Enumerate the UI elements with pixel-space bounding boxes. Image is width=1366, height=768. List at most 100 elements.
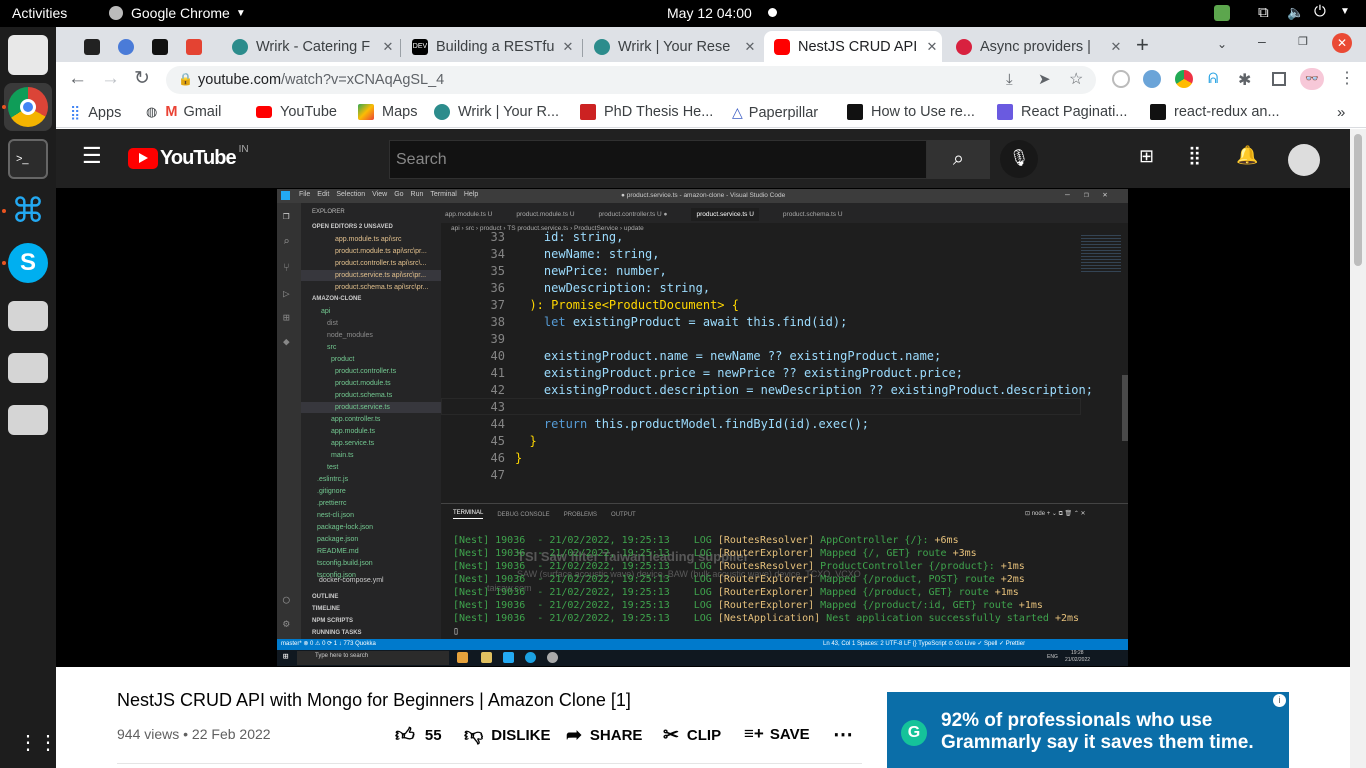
extension-4-icon[interactable]: ᕱ xyxy=(1208,70,1222,88)
new-tab-plus-icon[interactable]: + xyxy=(1136,32,1149,58)
page-scrollbar[interactable] xyxy=(1350,129,1366,768)
terminal-icon[interactable]: >_ xyxy=(8,139,48,179)
scrollbar-thumb[interactable] xyxy=(1354,134,1362,266)
vscode-status-bar: master* ⊗ 0 ⚠ 0 ⟳ 1 ↓ 773 Quokka Ln 43, … xyxy=(277,639,1128,650)
apps-grid-icon[interactable]: ⣿ xyxy=(1188,145,1201,166)
chrome-icon[interactable] xyxy=(8,87,48,127)
terminal-level: LOG xyxy=(693,613,712,624)
thumbs-up-icon: 👍︎ xyxy=(395,725,415,746)
views-and-date: 944 views • 22 Feb 2022 xyxy=(117,726,271,742)
show-apps-grid-icon[interactable]: ⋮⋮⋮ xyxy=(18,730,78,755)
medium-icon xyxy=(847,104,863,120)
address-bar[interactable]: 🔒 youtube.com/watch?v=xCNAqAgSL_4 ⤓ ➤ ☆ xyxy=(166,66,1096,94)
bookmark-label: How to Use re... xyxy=(871,104,975,120)
account-avatar[interactable] xyxy=(1288,144,1320,176)
tree-item: tsconfig.build.json xyxy=(317,560,373,567)
notifications-bell-icon[interactable]: 🔔 xyxy=(1236,145,1258,166)
line-number: 47 xyxy=(490,468,505,482)
close-icon[interactable]: ✕ xyxy=(558,39,578,55)
more-actions-icon[interactable]: ⋯ xyxy=(833,722,853,747)
bookmark-star-icon[interactable]: ☆ xyxy=(1069,69,1083,89)
forward-arrow-icon[interactable]: → xyxy=(101,68,120,90)
terminal-context: [RouterExplorer] xyxy=(717,574,815,585)
system-menu-caret-icon[interactable]: ▼ xyxy=(1340,6,1350,17)
vscode-menu: File Edit Selection View Go Run Terminal Help xyxy=(299,191,478,198)
bookmark-phd-thesis[interactable]: PhD Thesis He... xyxy=(580,104,713,120)
playlist-add-icon: ≡+ xyxy=(744,724,764,743)
bookmark-maps[interactable]: Maps xyxy=(358,104,417,120)
dislike-button[interactable]: 👎︎ DISLIKE xyxy=(464,724,550,747)
skype-icon[interactable]: S xyxy=(8,243,48,283)
bookmark-wrirk[interactable]: Wrirk | Your R... xyxy=(434,104,559,120)
menu-edit: Edit xyxy=(317,191,330,198)
url-text[interactable]: youtube.com/watch?v=xCNAqAgSL_4 xyxy=(198,72,444,88)
volume-icon[interactable]: 🔈 xyxy=(1287,4,1304,21)
close-icon[interactable]: ✕ xyxy=(740,39,760,55)
windows-search-placeholder: Type here to search xyxy=(315,653,369,659)
clip-button[interactable]: ✂ CLIP xyxy=(663,724,721,747)
line-number: 44 xyxy=(490,417,505,431)
tab-pinned-1[interactable] xyxy=(74,31,108,62)
send-to-device-icon[interactable]: ➤ xyxy=(1038,70,1051,88)
power-icon[interactable]: ⏻ xyxy=(1314,3,1326,20)
bookmark-paperpillar[interactable]: △ Paperpillar xyxy=(732,104,818,121)
tab-search-chevron-icon[interactable]: ⌄ xyxy=(1217,37,1227,51)
close-window-icon[interactable]: ✕ xyxy=(1332,33,1352,53)
app-menu[interactable]: Google Chrome ▼ xyxy=(109,5,246,21)
profile-avatar[interactable]: 👓 xyxy=(1300,68,1324,90)
reload-icon[interactable]: ↻ xyxy=(134,67,150,90)
vscode-icon[interactable]: ⌘ xyxy=(8,191,48,231)
search-button[interactable]: ⌕ xyxy=(927,140,990,179)
bookmark-apps[interactable]: ⣿ Apps xyxy=(70,104,121,121)
drive-icon[interactable] xyxy=(8,301,48,331)
voice-search-mic-icon[interactable]: 🎙 xyxy=(1000,140,1038,178)
back-arrow-icon[interactable]: ← xyxy=(68,68,87,90)
extension-1-icon[interactable] xyxy=(1112,70,1130,88)
tab-wrirk-catering[interactable]: Wrirk - Catering F ✕ xyxy=(222,31,398,62)
ad-info-icon[interactable]: i xyxy=(1273,694,1286,707)
bookmark-react-redux[interactable]: react-redux an... xyxy=(1150,104,1280,120)
more-bookmarks-chevron-icon[interactable]: » xyxy=(1337,104,1345,121)
like-button[interactable]: 👍︎ 55 xyxy=(395,724,442,747)
install-app-icon[interactable]: ⤓ xyxy=(1006,71,1013,88)
docker-icon: ◆ xyxy=(283,335,290,348)
close-icon[interactable]: ✕ xyxy=(1106,39,1126,55)
tab-pinned-2[interactable] xyxy=(108,31,142,62)
youtube-logo[interactable]: YouTube IN xyxy=(128,144,249,170)
network-icon[interactable]: ⧉ xyxy=(1258,4,1269,21)
tab-async-providers[interactable]: Async providers | ✕ xyxy=(946,31,1126,62)
lock-icon[interactable]: 🔒 xyxy=(178,72,193,86)
tab-building-restful[interactable]: DEV Building a RESTfu ✕ xyxy=(402,31,578,62)
maximize-icon[interactable]: ❐ xyxy=(1298,35,1308,48)
clock[interactable]: May 12 04:00 xyxy=(667,5,752,21)
files-icon[interactable] xyxy=(8,35,48,75)
extensions-puzzle-icon[interactable]: ✱ xyxy=(1238,70,1251,90)
bookmark-gmail[interactable]: ◍ M Gmail xyxy=(146,104,221,120)
grammarly-ad-banner[interactable]: G 92% of professionals who use Grammarly… xyxy=(887,692,1289,768)
close-icon[interactable]: ✕ xyxy=(378,39,398,55)
hamburger-menu-icon[interactable]: ☰ xyxy=(82,143,102,169)
chrome-menu-icon[interactable]: ⋮ xyxy=(1339,68,1355,88)
shield-check-icon[interactable] xyxy=(1214,5,1230,21)
close-icon[interactable]: ✕ xyxy=(922,39,942,55)
extension-3-icon[interactable] xyxy=(1175,70,1193,88)
bookmark-youtube[interactable]: YouTube xyxy=(256,104,337,120)
extension-2-icon[interactable] xyxy=(1143,70,1161,88)
create-video-icon[interactable]: ⊞ xyxy=(1139,146,1154,167)
activities-button[interactable]: Activities xyxy=(12,5,67,21)
minimize-icon[interactable]: – xyxy=(1258,33,1266,49)
drive-icon[interactable] xyxy=(8,405,48,435)
side-panel-icon[interactable] xyxy=(1272,72,1286,86)
share-button[interactable]: ➦ SHARE xyxy=(566,724,642,747)
bookmark-react-pagination[interactable]: React Paginati... xyxy=(997,104,1127,120)
tree-item: package.json xyxy=(317,536,359,543)
terminal-message: Mapped {/, GET} route xyxy=(820,548,947,559)
tab-wrirk-your-rese[interactable]: Wrirk | Your Rese ✕ xyxy=(584,31,760,62)
save-button[interactable]: ≡+ SAVE xyxy=(744,724,810,744)
tab-nestjs-crud-active[interactable]: NestJS CRUD API ✕ xyxy=(764,31,942,62)
tab-pinned-4[interactable] xyxy=(176,31,210,62)
tab-pinned-3[interactable] xyxy=(142,31,176,62)
bookmark-how-to-use[interactable]: How to Use re... xyxy=(847,104,975,120)
drive-icon[interactable] xyxy=(8,353,48,383)
search-input[interactable]: Search xyxy=(389,140,927,179)
